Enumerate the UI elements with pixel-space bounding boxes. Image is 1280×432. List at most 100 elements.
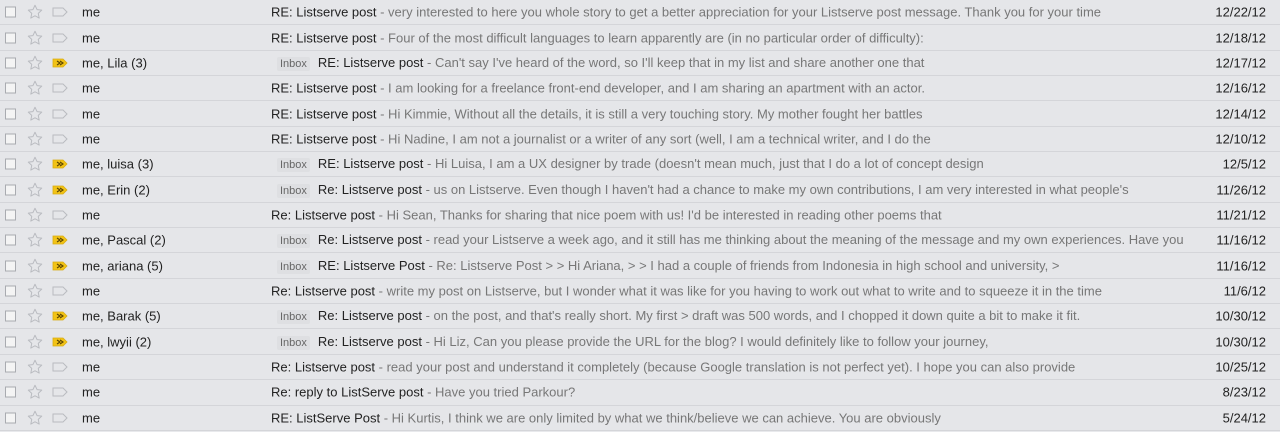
subject-area[interactable]: RE: Listserve post - very interested to … bbox=[271, 5, 1186, 20]
email-row[interactable]: me, Barak (5) Inbox Re: Listserve post - … bbox=[0, 304, 1280, 330]
email-snippet: - write my post on Listserve, but I wond… bbox=[375, 283, 1102, 299]
subject-area[interactable]: Re: Listserve post - write my post on Li… bbox=[271, 283, 1186, 298]
email-subject: Re: Listserve post bbox=[317, 333, 422, 349]
email-date: 12/16/12 bbox=[1215, 80, 1266, 96]
checkbox-icon[interactable] bbox=[5, 285, 16, 297]
email-row[interactable]: me RE: Listserve post - Four of the most… bbox=[0, 25, 1280, 51]
email-snippet: - Hi Kimmie, Without all the details, it… bbox=[376, 106, 923, 122]
importance-marker-icon[interactable] bbox=[52, 83, 68, 93]
email-row[interactable]: me, Erin (2) Inbox Re: Listserve post - u… bbox=[0, 177, 1280, 203]
subject-area[interactable]: Re: Listserve post - read your post and … bbox=[271, 359, 1186, 374]
email-date: 12/10/12 bbox=[1215, 131, 1266, 147]
email-row[interactable]: me, Pascal (2) Inbox Re: Listserve post -… bbox=[0, 228, 1280, 254]
importance-marker-icon[interactable] bbox=[52, 261, 68, 271]
checkbox-icon[interactable] bbox=[5, 184, 16, 196]
importance-marker-icon[interactable] bbox=[52, 109, 68, 119]
importance-marker-icon[interactable] bbox=[52, 286, 68, 296]
checkbox-icon[interactable] bbox=[5, 82, 16, 94]
star-icon[interactable] bbox=[26, 156, 44, 173]
star-icon[interactable] bbox=[26, 257, 44, 274]
sender-name: me bbox=[82, 106, 101, 122]
email-row[interactable]: me RE: Listserve post - Hi Nadine, I am … bbox=[0, 126, 1280, 153]
email-subject: RE: Listserve post bbox=[271, 30, 377, 46]
checkbox-icon[interactable] bbox=[5, 32, 16, 44]
checkbox-icon[interactable] bbox=[5, 260, 16, 272]
star-icon[interactable] bbox=[26, 105, 44, 122]
importance-marker-icon[interactable] bbox=[52, 311, 68, 321]
checkbox-icon[interactable] bbox=[5, 133, 16, 145]
inbox-label: Inbox bbox=[277, 183, 310, 198]
importance-marker-icon[interactable] bbox=[52, 7, 68, 17]
checkbox-icon[interactable] bbox=[5, 158, 16, 170]
email-row[interactable]: me RE: Listserve post - I am looking for… bbox=[0, 76, 1280, 102]
subject-area[interactable]: Re: Listserve post - Hi Sean, Thanks for… bbox=[271, 207, 1186, 222]
star-icon[interactable] bbox=[26, 333, 44, 350]
subject-area[interactable]: Inbox RE: Listserve post - Hi Luisa, I am… bbox=[277, 156, 1186, 173]
importance-marker-icon[interactable] bbox=[52, 134, 68, 144]
importance-marker-icon[interactable] bbox=[52, 185, 68, 195]
star-icon[interactable] bbox=[26, 384, 44, 401]
importance-marker-icon[interactable] bbox=[52, 337, 68, 347]
email-row[interactable]: me Re: reply to ListServe post - Have yo… bbox=[0, 380, 1280, 406]
email-subject: RE: ListServe Post bbox=[271, 410, 381, 426]
checkbox-icon[interactable] bbox=[5, 209, 16, 221]
importance-marker-icon[interactable] bbox=[52, 159, 68, 169]
email-snippet: - read your post and understand it compl… bbox=[375, 359, 1076, 375]
subject-area[interactable]: Re: reply to ListServe post - Have you t… bbox=[271, 385, 1186, 400]
checkbox-icon[interactable] bbox=[5, 412, 16, 424]
checkbox-icon[interactable] bbox=[5, 361, 16, 373]
importance-marker-icon[interactable] bbox=[52, 387, 68, 397]
email-row[interactable]: me, lwyii (2) Inbox Re: Listserve post - … bbox=[0, 329, 1280, 355]
email-row[interactable]: me RE: Listserve post - Hi Kimmie, Witho… bbox=[0, 101, 1280, 127]
importance-marker-icon[interactable] bbox=[52, 235, 68, 245]
checkbox-icon[interactable] bbox=[5, 57, 16, 69]
subject-area[interactable]: RE: Listserve post - Hi Nadine, I am not… bbox=[271, 131, 1186, 146]
subject-area[interactable]: RE: Listserve post - I am looking for a … bbox=[271, 81, 1186, 96]
sender-name: me bbox=[82, 80, 101, 96]
checkbox-icon[interactable] bbox=[5, 336, 16, 348]
checkbox-icon[interactable] bbox=[5, 386, 16, 398]
email-row[interactable]: me, ariana (5) Inbox RE: Listserve Post -… bbox=[0, 253, 1280, 279]
subject-area[interactable]: Inbox Re: Listserve post - read your List… bbox=[277, 232, 1186, 249]
email-row[interactable]: me Re: Listserve post - read your post a… bbox=[0, 354, 1280, 381]
star-icon[interactable] bbox=[26, 80, 44, 97]
importance-marker-icon[interactable] bbox=[52, 210, 68, 220]
checkbox-icon[interactable] bbox=[5, 108, 16, 120]
star-icon[interactable] bbox=[26, 54, 44, 71]
importance-marker-icon[interactable] bbox=[52, 33, 68, 43]
star-icon[interactable] bbox=[26, 130, 44, 147]
email-snippet: - Hi Nadine, I am not a journalist or a … bbox=[376, 131, 931, 147]
star-icon[interactable] bbox=[26, 282, 44, 299]
email-row[interactable]: me, luisa (3) Inbox RE: Listserve post - … bbox=[0, 152, 1280, 178]
star-icon[interactable] bbox=[26, 4, 44, 21]
subject-area[interactable]: Inbox RE: Listserve Post - Re: Listserve … bbox=[277, 258, 1186, 274]
email-row[interactable]: me Re: Listserve post - Hi Sean, Thanks … bbox=[0, 202, 1280, 229]
subject-area[interactable]: Inbox Re: Listserve post - us on Listserv… bbox=[277, 182, 1186, 198]
star-icon[interactable] bbox=[26, 29, 44, 46]
sender-name: me bbox=[82, 131, 101, 147]
checkbox-icon[interactable] bbox=[5, 310, 16, 322]
importance-marker-icon[interactable] bbox=[52, 413, 68, 423]
star-icon[interactable] bbox=[26, 206, 44, 223]
checkbox-icon[interactable] bbox=[5, 6, 16, 18]
star-icon[interactable] bbox=[26, 232, 44, 249]
email-row[interactable]: me RE: ListServe Post - Hi Kurtis, I thi… bbox=[0, 405, 1280, 431]
email-snippet: - on the post, and that's really short. … bbox=[421, 308, 1081, 324]
star-icon[interactable] bbox=[26, 409, 44, 426]
importance-marker-icon[interactable] bbox=[52, 362, 68, 372]
star-icon[interactable] bbox=[26, 308, 44, 325]
email-row[interactable]: me RE: Listserve post - very interested … bbox=[0, 0, 1280, 26]
subject-area[interactable]: Inbox Re: Listserve post - Hi Liz, Can yo… bbox=[277, 334, 1186, 350]
subject-area[interactable]: Inbox RE: Listserve post - Can't say I've… bbox=[277, 55, 1186, 71]
star-icon[interactable] bbox=[26, 358, 44, 375]
subject-area[interactable]: Inbox Re: Listserve post - on the post, a… bbox=[277, 308, 1186, 325]
email-row[interactable]: me, Lila (3) Inbox RE: Listserve post - C… bbox=[0, 50, 1280, 77]
subject-area[interactable]: RE: ListServe Post - Hi Kurtis, I think … bbox=[271, 410, 1186, 425]
sender-name: me bbox=[82, 359, 101, 375]
subject-area[interactable]: RE: Listserve post - Hi Kimmie, Without … bbox=[271, 106, 1186, 121]
checkbox-icon[interactable] bbox=[5, 234, 16, 246]
star-icon[interactable] bbox=[26, 181, 44, 198]
email-row[interactable]: me Re: Listserve post - write my post on… bbox=[0, 278, 1280, 305]
subject-area[interactable]: RE: Listserve post - Four of the most di… bbox=[271, 30, 1186, 45]
importance-marker-icon[interactable] bbox=[52, 58, 68, 68]
